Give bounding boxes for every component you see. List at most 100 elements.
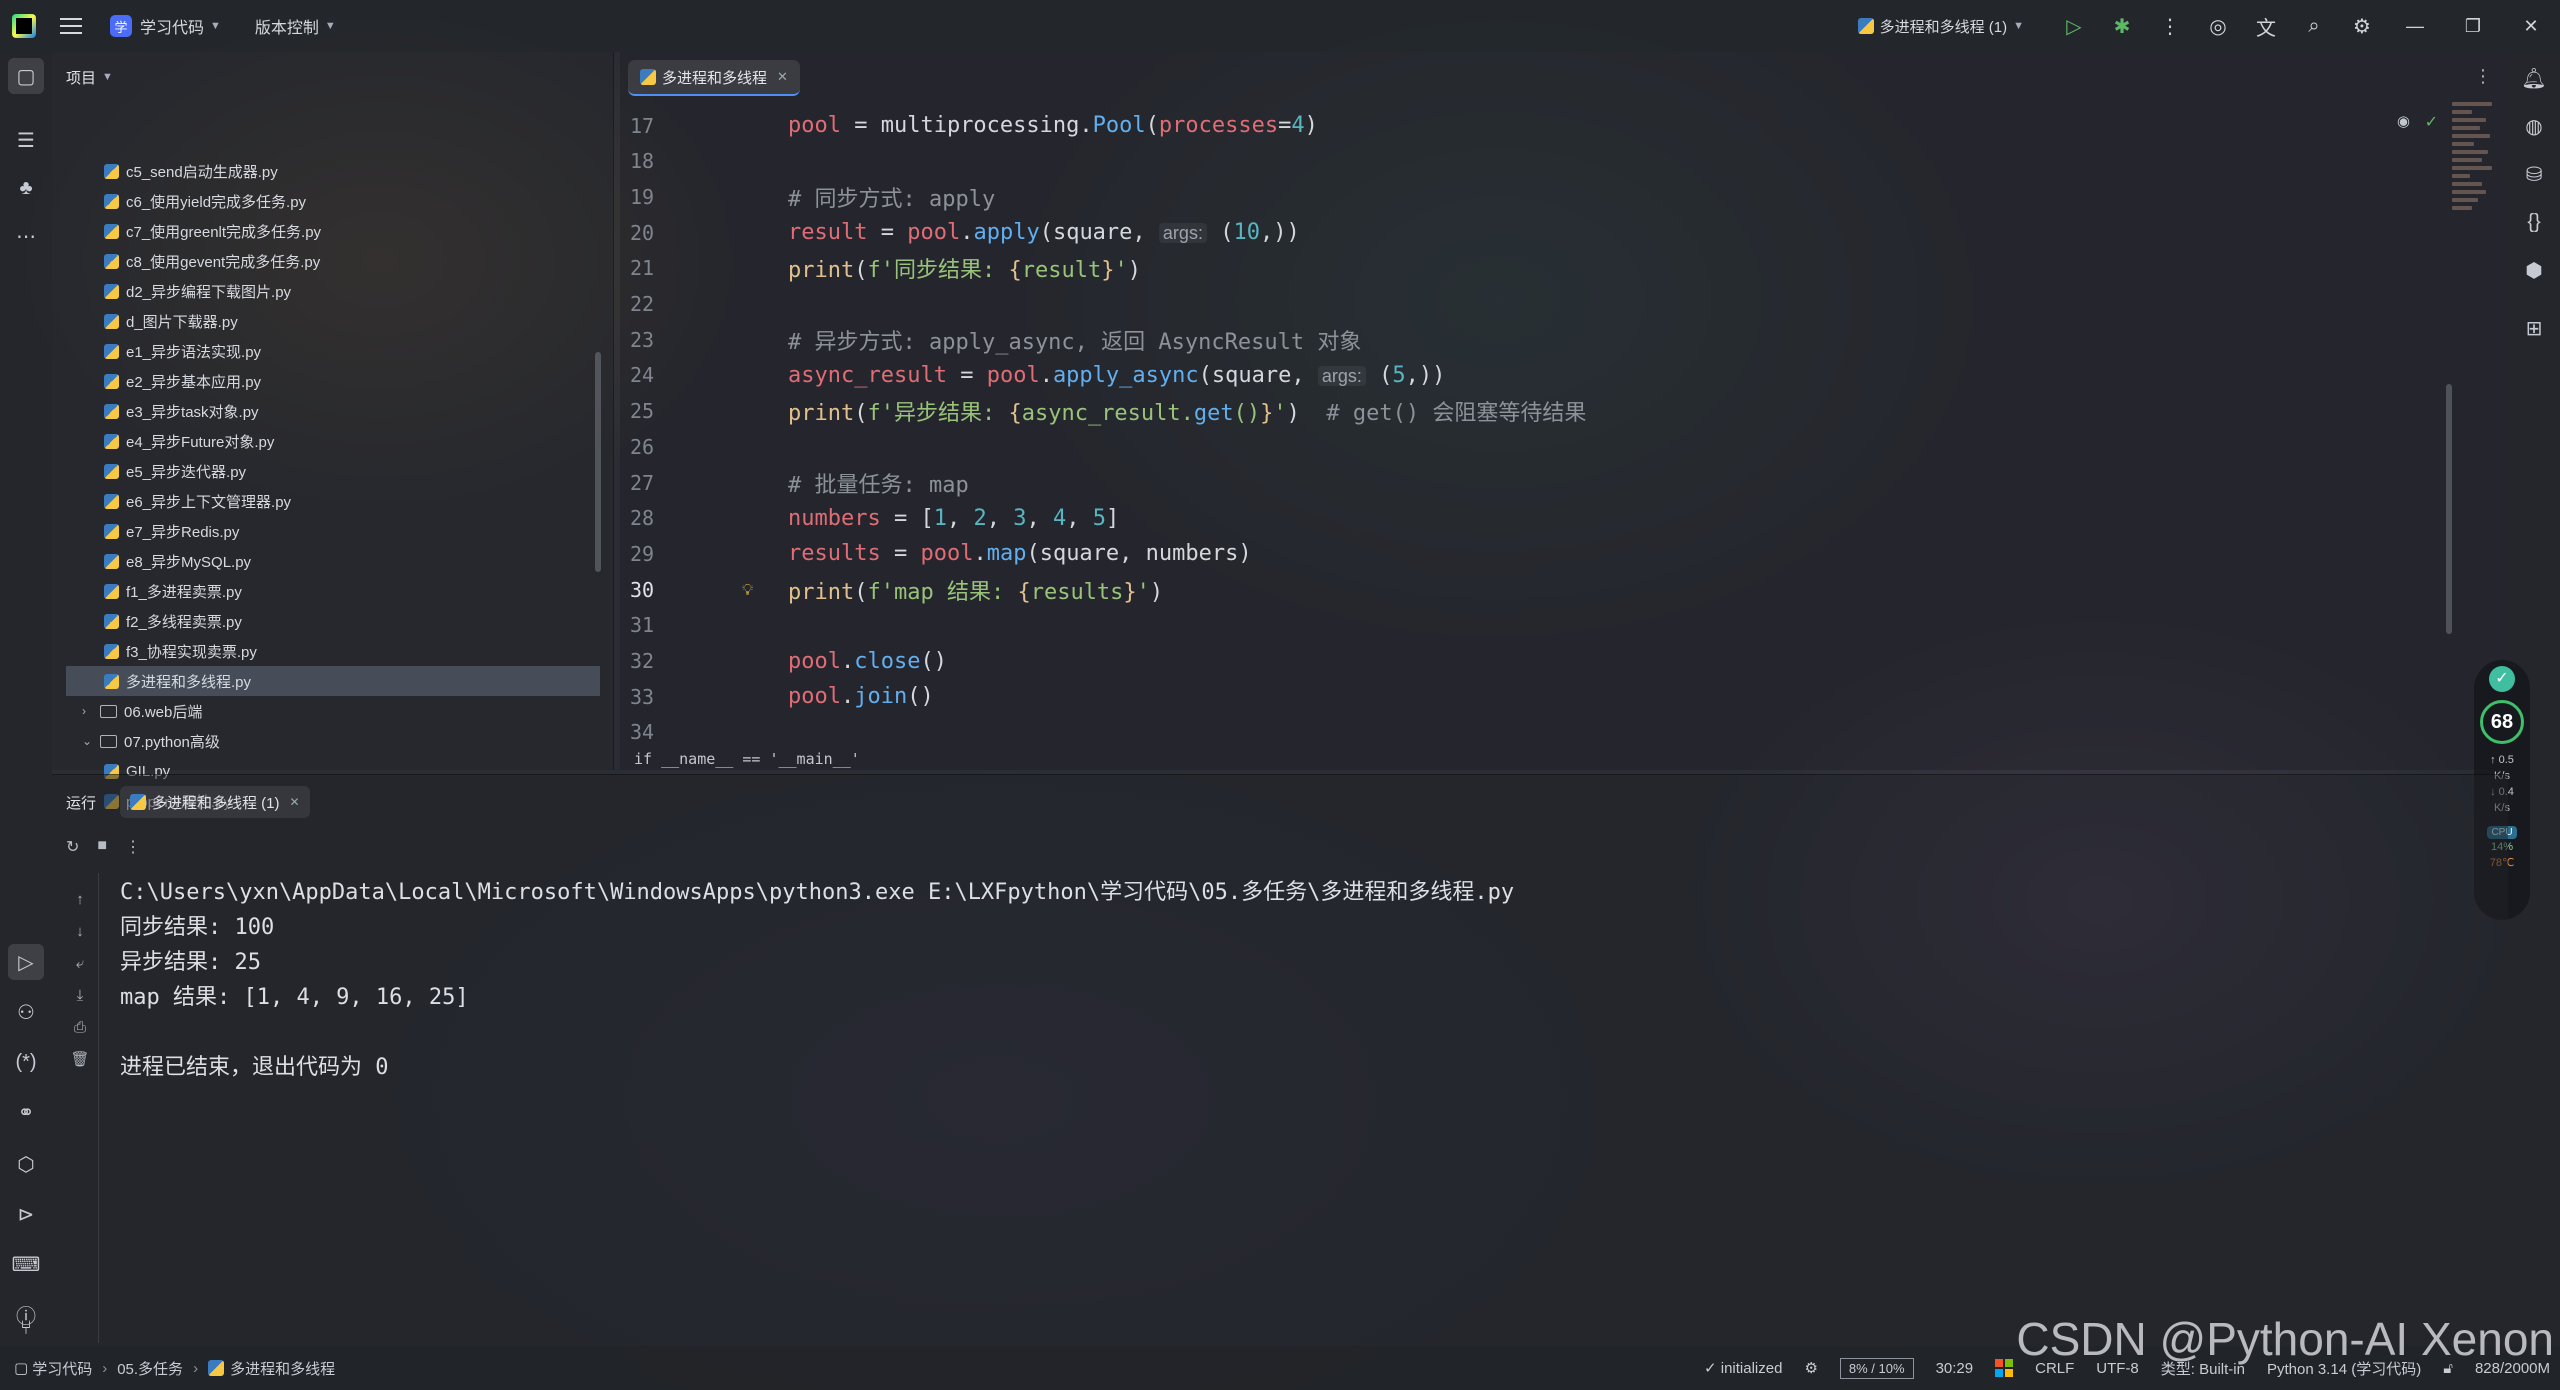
tree-file[interactable]: e2_异步基本应用.py [52,366,614,396]
code-line[interactable]: 19 # 同步方式: apply [620,179,2420,214]
tree-file[interactable]: e7_异步Redis.py [52,516,614,546]
tree-file[interactable]: f1_多进程卖票.py [52,576,614,606]
code-area[interactable]: 17 pool = multiprocessing.Pool(processes=… [620,108,2500,768]
sciview-icon[interactable]: ⊞ [2516,310,2552,346]
minimize-window-button[interactable]: — [2386,0,2444,52]
git-branch-icon[interactable]: ⑂ [8,1310,44,1346]
tree-file[interactable]: e4_异步Future对象.py [52,426,614,456]
project-tool-folder-icon[interactable]: ▢ [8,58,44,94]
ai-assistant-icon[interactable]: ◎ [2194,0,2242,52]
code-line[interactable]: 30 💡︎ print(f'map 结果: {results}') [620,572,2420,607]
tree-file[interactable]: 多进程和多线程.py [66,666,600,696]
code-line[interactable]: 24 async_result = pool.apply_async(square… [620,358,2420,393]
notifications-bell-icon[interactable]: 🔔︎ [2516,60,2552,96]
code-line[interactable]: 27 # 批量任务: map [620,465,2420,500]
cursor-position[interactable]: 30:29 [1936,1360,1974,1377]
tree-file[interactable]: e3_异步task对象.py [52,396,614,426]
tree-folder[interactable]: › 06.web后端 [52,696,614,726]
tree-folder[interactable]: ⌄ 07.python高级 [52,726,614,756]
soft-wrap-icon[interactable]: ⤶ [60,947,100,979]
database-icon[interactable]: ⛁ [2516,156,2552,192]
run-tab[interactable]: 多进程和多线程 (1) ✕ [120,786,310,818]
settings-gear-icon[interactable]: ⚙ [2338,0,2386,52]
tree-file[interactable]: c6_使用yield完成多任务.py [52,186,614,216]
code-line[interactable]: 33 pool.join() [620,679,2420,714]
tree-file[interactable]: d_图片下载器.py [52,306,614,336]
scroll-up-icon[interactable]: ↑ [60,883,100,915]
code-line[interactable]: 22 [620,287,2420,322]
translate-icon[interactable]: 文 [2242,0,2290,52]
close-window-button[interactable]: ✕ [2502,0,2560,52]
more-tools-icon[interactable]: ⋯ [8,218,44,254]
tree-file[interactable]: f2_多线程卖票.py [52,606,614,636]
more-actions-icon[interactable]: ⋮ [2146,0,2194,52]
ai-chat-icon[interactable]: ◍ [2516,108,2552,144]
tree-file[interactable]: c5_send启动生成器.py [52,156,614,186]
project-panel-header[interactable]: 项目 ▼ [52,52,613,102]
code-line[interactable]: 26 [620,429,2420,464]
code-line[interactable]: 34 [620,715,2420,750]
resource-usage[interactable]: 8% / 10% [1839,1357,1914,1379]
main-menu-icon[interactable] [60,18,82,34]
rerun-icon[interactable]: ↻ [66,837,79,857]
close-tab-icon[interactable]: ✕ [290,795,300,809]
code-breadcrumb[interactable]: if __name__ == '__main__' [634,750,860,768]
regex-tool-icon[interactable]: (*) [8,1044,44,1080]
debug-icon[interactable]: ✱ [2098,0,2146,52]
scroll-to-end-icon[interactable]: ⤓ [60,979,100,1011]
lightbulb-icon[interactable]: 💡︎ [742,580,753,600]
initialized-status[interactable]: ✓ initialized [1704,1359,1782,1377]
code-line[interactable]: 23 # 异步方式: apply_async, 返回 AsyncResult 对象 [620,322,2420,357]
tree-file[interactable]: d2_异步编程下载图片.py [52,276,614,306]
project-scrollbar[interactable] [595,352,601,572]
run-tool-icon[interactable]: ▷ [8,944,44,980]
plugin-tool-icon[interactable]: ⬢ [2516,252,2552,288]
clear-trash-icon[interactable]: 🗑︎ [60,1043,100,1075]
expand-arrow-icon[interactable]: ⌄ [82,734,100,748]
editor-tab-active[interactable]: 多进程和多线程 ✕ [628,60,800,96]
run-config-selector[interactable]: 多进程和多线程 (1) ▼ [1857,16,2024,37]
tree-file[interactable]: e1_异步语法实现.py [52,336,614,366]
code-line[interactable]: 20 result = pool.apply(square, args: (10,… [620,215,2420,250]
editor-scrollbar[interactable] [2446,384,2452,634]
code-line[interactable]: 18 [620,144,2420,179]
code-line[interactable]: 29 results = pool.map(square, numbers) [620,536,2420,571]
scroll-down-icon[interactable]: ↓ [60,915,100,947]
vcs-menu[interactable]: 版本控制 ▼ [255,14,336,38]
code-line[interactable]: 31 [620,608,2420,643]
search-icon[interactable]: ⌕ [2290,0,2338,52]
stop-icon[interactable]: ■ [97,837,107,857]
close-tab-icon[interactable]: ✕ [777,69,788,85]
breadcrumb-project[interactable]: 学习代码 [32,1358,92,1379]
print-icon[interactable]: ⎙ [60,1011,100,1043]
terminal-icon[interactable]: ⌨ [8,1246,44,1282]
services-tool-icon[interactable]: ⚇ [8,994,44,1030]
tree-file[interactable]: c7_使用greenlt完成多任务.py [52,216,614,246]
tree-file[interactable]: e6_异步上下文管理器.py [52,486,614,516]
tab-options-icon[interactable]: ⋮ [2474,66,2492,87]
json-tool-icon[interactable]: {} [2516,204,2552,240]
run-icon[interactable]: ▷ [2050,0,2098,52]
project-selector[interactable]: 学 学习代码 ▼ [110,14,221,38]
console-output[interactable]: C:\Users\yxn\AppData\Local\Microsoft\Win… [120,875,1514,1085]
tree-file[interactable]: f3_协程实现卖票.py [52,636,614,666]
code-line[interactable]: 25 print(f'异步结果: {async_result.get()}') #… [620,394,2420,429]
expand-arrow-icon[interactable]: › [82,704,100,718]
code-line[interactable]: 28 numbers = [1, 2, 3, 4, 5] [620,501,2420,536]
code-line[interactable]: 32 pool.close() [620,644,2420,679]
packages-tool-icon[interactable]: ⬡ [8,1146,44,1182]
code-line[interactable]: 21 print(f'同步结果: {result}') [620,251,2420,286]
restore-window-button[interactable]: ❐ [2444,0,2502,52]
breadcrumb-file[interactable]: 多进程和多线程 [230,1358,335,1379]
tree-file[interactable]: e5_异步迭代器.py [52,456,614,486]
services-run-icon[interactable]: ⊳ [8,1196,44,1232]
code-line[interactable]: 17 pool = multiprocessing.Pool(processes=… [620,108,2420,143]
settings-gear-icon[interactable]: ⚙ [1804,1359,1817,1377]
tree-file[interactable]: e8_异步MySQL.py [52,546,614,576]
breadcrumb-folder[interactable]: 05.多任务 [117,1358,183,1379]
more-options-icon[interactable]: ⋮ [125,837,141,857]
python-packages-icon[interactable]: ♣ [8,170,44,206]
tree-file[interactable]: c8_使用gevent完成多任务.py [52,246,614,276]
structure-tool-icon[interactable]: ☰ [8,122,44,158]
python-console-icon[interactable]: ⚭ [8,1094,44,1130]
